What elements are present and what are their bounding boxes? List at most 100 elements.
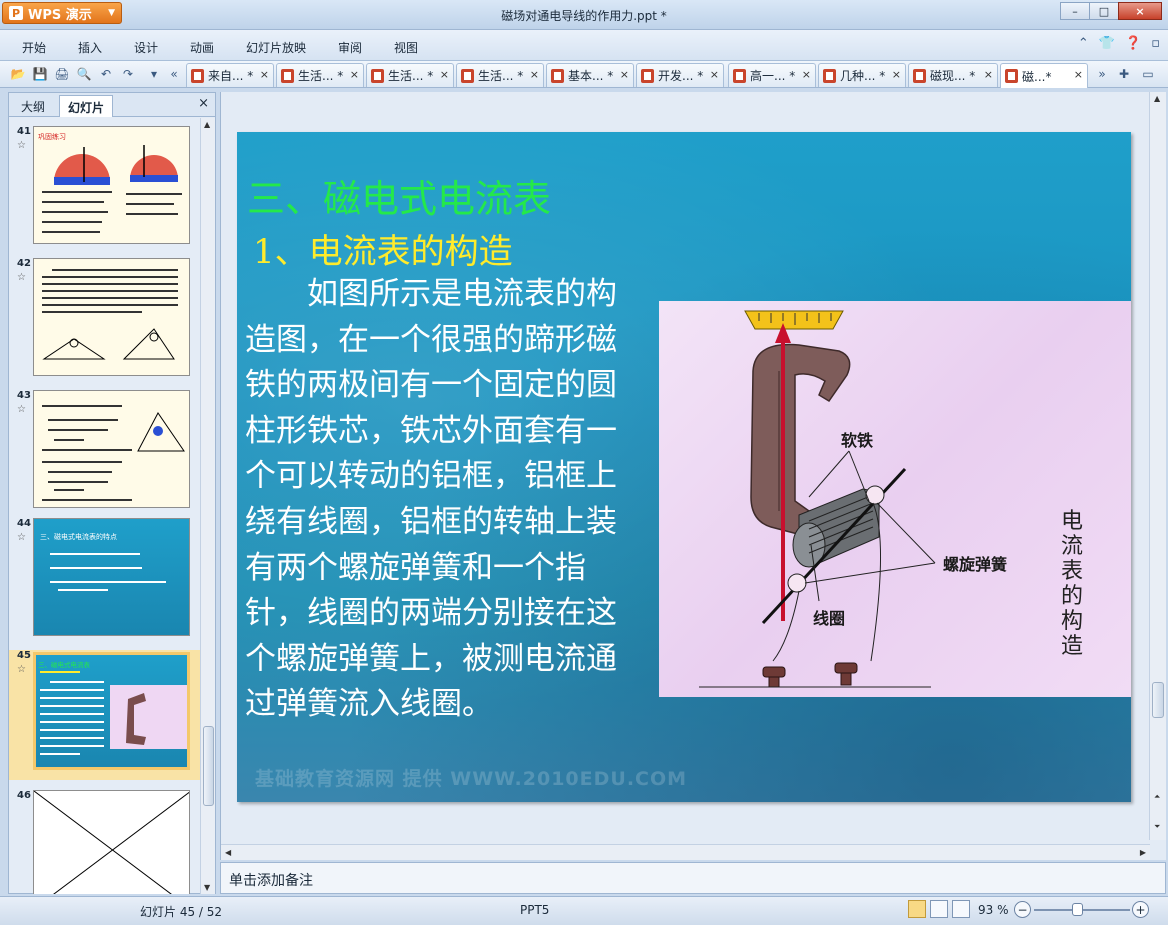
doc-tab-5[interactable]: 基本... * × — [546, 63, 634, 87]
tab-label: 高一... * — [750, 69, 796, 83]
next-slide-icon[interactable]: ⏷ — [1154, 822, 1160, 832]
panel-tabs: 大纲 幻灯片 × — [9, 93, 215, 117]
close-tab-icon[interactable]: × — [1074, 68, 1083, 81]
doc-tab-7[interactable]: 高一... * × — [728, 63, 816, 87]
notes-placeholder[interactable]: 单击添加备注 — [229, 870, 313, 890]
close-tab-icon[interactable]: × — [260, 68, 269, 81]
print-icon[interactable]: 🖨 — [54, 66, 70, 82]
doc-tab-1[interactable]: 来自... * × — [186, 63, 274, 87]
save-icon[interactable]: 💾 — [32, 66, 48, 82]
close-tab-icon[interactable]: × — [710, 68, 719, 81]
new-tab-icon[interactable]: ✚ — [1116, 66, 1132, 82]
slide-thumbnail-45[interactable]: 三、磁电式电流表 — [33, 652, 190, 770]
doc-tab-active[interactable]: 磁...* × — [1000, 63, 1088, 88]
scroll-left-icon[interactable]: ◀ — [225, 848, 231, 857]
menu-home[interactable]: 开始 — [22, 39, 46, 56]
scroll-down-icon[interactable]: ▼ — [204, 883, 210, 892]
doc-tab-2[interactable]: 生活... * × — [276, 63, 364, 87]
label-coil: 线圈 — [813, 609, 846, 628]
tab-slides[interactable]: 幻灯片 — [59, 95, 114, 117]
ammeter-diagram[interactable]: 软铁 螺旋弹簧 线圈 电流表的构造 — [659, 301, 1131, 697]
undo-icon[interactable]: ↶ — [98, 66, 114, 82]
slide-thumbnail-43[interactable] — [33, 390, 190, 508]
ribbon-close-icon[interactable]: ▫ — [1151, 36, 1160, 51]
tab-label: 来自... * — [208, 69, 254, 83]
thumbnail-row[interactable]: 44 ☆ 三、磁电式电流表的特点 — [9, 518, 201, 644]
tab-scroll-left-icon[interactable]: « — [166, 66, 182, 82]
zoom-slider-handle[interactable] — [1072, 903, 1083, 916]
open-folder-icon[interactable]: 📂 — [10, 66, 26, 82]
ppt-file-icon — [733, 68, 746, 83]
close-tab-icon[interactable]: × — [984, 68, 993, 81]
close-tab-icon[interactable]: × — [350, 68, 359, 81]
customize-toolbar-icon[interactable]: ▾ — [146, 66, 162, 82]
doc-tab-4[interactable]: 生活... * × — [456, 63, 544, 87]
thumbnail-number: 45 — [17, 650, 31, 661]
slide-thumbnail-44[interactable]: 三、磁电式电流表的特点 — [33, 518, 190, 636]
slide-thumbnail-46[interactable] — [33, 790, 190, 894]
help-icon[interactable]: ❓ — [1125, 36, 1141, 51]
thumbnail-number: 44 — [17, 518, 31, 529]
slide-sorter-button[interactable] — [930, 900, 948, 918]
thumbnail-row[interactable]: 41 ☆ 巩固练习 — [9, 126, 201, 248]
ppt-file-icon — [551, 68, 564, 83]
slide-title[interactable]: 三、磁电式电流表 — [247, 168, 551, 223]
menu-design[interactable]: 设计 — [134, 39, 158, 56]
redo-icon[interactable]: ↷ — [120, 66, 136, 82]
doc-tab-3[interactable]: 生活... * × — [366, 63, 454, 87]
chevron-up-icon[interactable]: ⌃ — [1078, 36, 1089, 51]
close-tab-icon[interactable]: × — [892, 68, 901, 81]
notes-pane[interactable]: 单击添加备注 — [220, 862, 1166, 894]
zoom-out-button[interactable]: − — [1014, 901, 1031, 918]
thumbnail-row[interactable]: 42 ☆ — [9, 258, 201, 380]
scroll-up-icon[interactable]: ▲ — [1154, 94, 1160, 103]
zoom-in-button[interactable]: + — [1132, 901, 1149, 918]
maximize-button[interactable]: □ — [1089, 2, 1119, 20]
slide-body-text[interactable]: 如图所示是电流表的构造图，在一个很强的蹄形磁铁的两极间有一个固定的圆柱形铁芯，铁… — [245, 272, 631, 728]
close-window-button[interactable]: × — [1118, 2, 1162, 20]
tab-list-icon[interactable]: ▭ — [1140, 66, 1156, 82]
scrollbar-thumb[interactable] — [203, 726, 214, 806]
menu-review[interactable]: 审阅 — [338, 39, 362, 56]
tab-label: 开发... * — [658, 69, 704, 83]
slide-subtitle[interactable]: 1、电流表的构造 — [253, 224, 513, 273]
tab-label: 生活... * — [478, 69, 524, 83]
thumbnail-row[interactable]: 46 — [9, 790, 201, 894]
current-slide[interactable]: 三、磁电式电流表 1、电流表的构造 如图所示是电流表的构造图，在一个很强的蹄形磁… — [237, 132, 1131, 802]
zoom-level[interactable]: 93 % — [978, 903, 1009, 917]
slide-thumbnail-42[interactable] — [33, 258, 190, 376]
editor-horizontal-scrollbar[interactable]: ◀ ▶ — [221, 844, 1150, 860]
label-spiral-spring: 螺旋弹簧 — [943, 555, 1008, 574]
scroll-right-icon[interactable]: ▶ — [1140, 848, 1146, 857]
normal-view-button[interactable] — [908, 900, 926, 918]
shirt-skin-icon[interactable]: 👕 — [1099, 36, 1115, 51]
doc-tab-8[interactable]: 几种... * × — [818, 63, 906, 87]
star-icon: ☆ — [17, 272, 26, 283]
slideshow-button[interactable] — [952, 900, 970, 918]
menu-slideshow[interactable]: 幻灯片放映 — [246, 39, 306, 56]
print-preview-icon[interactable]: 🔍 — [76, 66, 92, 82]
close-tab-icon[interactable]: × — [440, 68, 449, 81]
doc-tab-6[interactable]: 开发... * × — [636, 63, 724, 87]
menu-animation[interactable]: 动画 — [190, 39, 214, 56]
scrollbar-thumb[interactable] — [1152, 682, 1164, 718]
ppt-file-icon — [371, 68, 384, 83]
scroll-up-icon[interactable]: ▲ — [204, 120, 210, 129]
thumbnail-row-selected[interactable]: 45 ☆ 三、磁电式电流表 — [9, 650, 201, 780]
close-tab-icon[interactable]: × — [802, 68, 811, 81]
minimize-button[interactable]: – — [1060, 2, 1090, 20]
thumbnails-scrollbar[interactable]: ▲ ▼ — [200, 118, 215, 894]
close-tab-icon[interactable]: × — [620, 68, 629, 81]
wps-app-menu-button[interactable]: P WPS 演示 ▼ — [2, 2, 122, 24]
slide-thumbnail-41[interactable]: 巩固练习 — [33, 126, 190, 244]
previous-slide-icon[interactable]: ⏶ — [1154, 792, 1160, 802]
tab-outline[interactable]: 大纲 — [13, 95, 53, 117]
menu-view[interactable]: 视图 — [394, 39, 418, 56]
thumbnail-row[interactable]: 43 ☆ — [9, 390, 201, 512]
menu-insert[interactable]: 插入 — [78, 39, 102, 56]
doc-tab-9[interactable]: 磁现... * × — [908, 63, 998, 87]
close-tab-icon[interactable]: × — [530, 68, 539, 81]
editor-vertical-scrollbar[interactable]: ▲ ⏶ ⏷ — [1149, 92, 1166, 840]
tab-scroll-right-icon[interactable]: » — [1094, 66, 1110, 82]
close-panel-icon[interactable]: × — [198, 96, 209, 111]
